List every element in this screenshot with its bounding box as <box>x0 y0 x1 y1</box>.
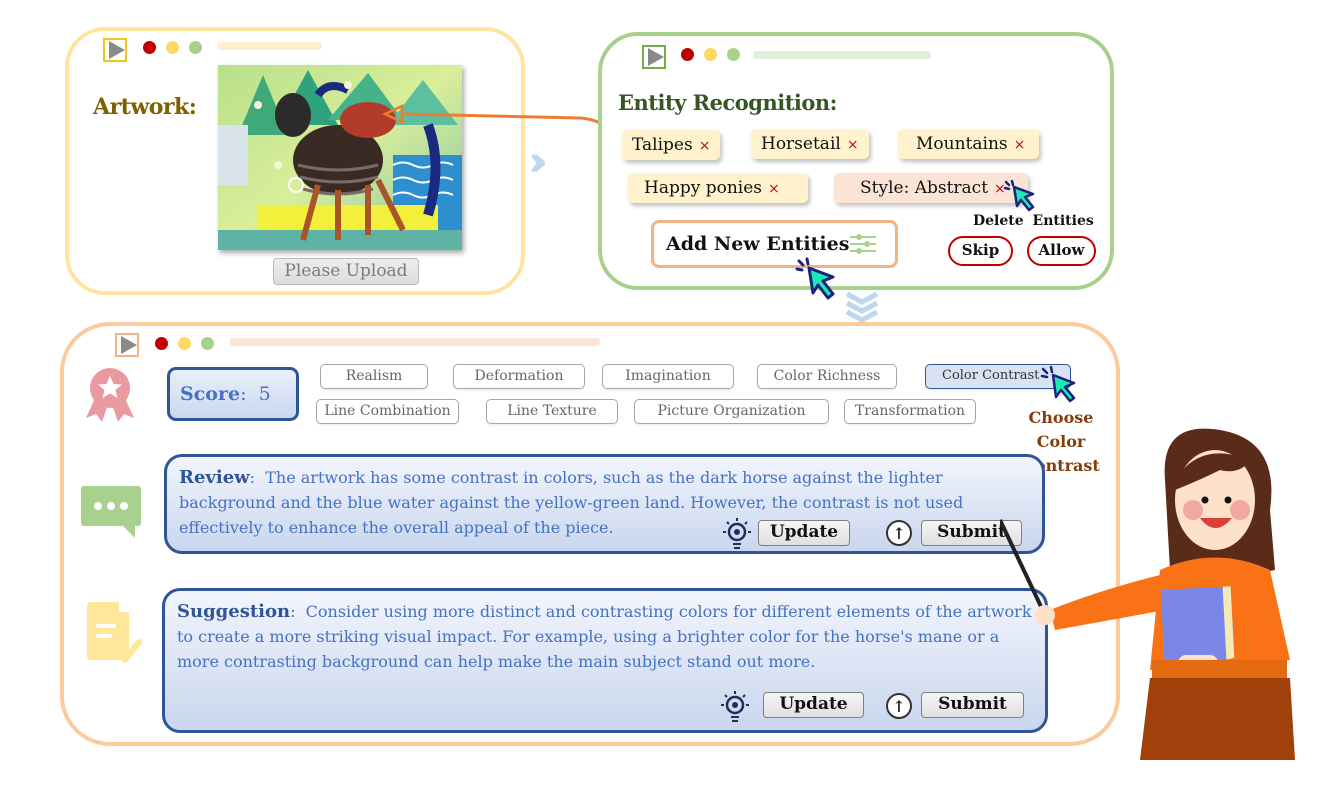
window-dot-yellow <box>704 48 717 61</box>
suggestion-text: Consider using more distinct and contras… <box>177 602 1032 671</box>
entity-tag[interactable]: Horsetail × <box>751 129 869 159</box>
score-label: Score <box>180 383 241 405</box>
window-dot-yellow <box>178 337 191 350</box>
review-label: Review <box>179 467 250 488</box>
criterion-transformation[interactable]: Transformation <box>844 399 976 424</box>
lightbulb-gear-icon <box>723 518 751 549</box>
entity-tag[interactable]: Talipes × <box>622 130 721 160</box>
entity-name: Happy ponies <box>644 178 763 198</box>
window-dot-red <box>681 48 694 61</box>
score-separator: : <box>240 383 247 405</box>
entity-recognition-label: Entity Recognition: <box>618 90 837 115</box>
entity-name: Mountains <box>916 134 1008 154</box>
criterion-line-combination[interactable]: Line Combination <box>316 399 459 424</box>
delete-entities-label: Delete Entities <box>973 213 1094 229</box>
lightbulb-gear-icon <box>721 691 749 722</box>
title-bar <box>753 51 931 59</box>
play-icon <box>103 38 127 62</box>
cursor-icon <box>1040 365 1076 403</box>
window-dot-green <box>201 337 214 350</box>
window-dot-red <box>155 337 168 350</box>
window-dot-green <box>727 48 740 61</box>
chevron-right-icon: ››› <box>528 138 548 185</box>
suggestion-sep: : <box>290 602 296 621</box>
score-value: 5 <box>258 383 271 405</box>
entity-name: Horsetail <box>761 134 841 154</box>
entity-tag[interactable]: Style: Abstract × <box>834 173 1028 203</box>
teacher-illustration <box>1000 428 1295 760</box>
remove-icon[interactable]: × <box>1014 137 1026 153</box>
add-new-entities-button[interactable]: Add New Entities <box>651 220 898 268</box>
criterion-picture-organization[interactable]: Picture Organization <box>634 399 829 424</box>
criterion-realism[interactable]: Realism <box>320 364 428 389</box>
remove-icon[interactable]: × <box>847 137 859 153</box>
cursor-icon <box>1003 179 1035 212</box>
entity-name: Style: Abstract <box>860 178 989 198</box>
score-display: Score: 5 <box>167 367 299 421</box>
criterion-color-richness[interactable]: Color Richness <box>757 364 897 389</box>
review-panel: Review: The artwork has some contrast in… <box>164 454 1045 554</box>
play-icon <box>115 333 139 357</box>
review-sep: : <box>249 468 256 487</box>
pointer-stick <box>1000 519 1047 616</box>
review-update-button[interactable]: Update <box>758 520 850 546</box>
artwork-label: Artwork: <box>93 94 197 120</box>
suggestion-update-button[interactable]: Update <box>763 692 864 718</box>
award-icon <box>86 368 134 422</box>
title-bar <box>230 338 600 346</box>
chevron-down-icon <box>845 291 879 322</box>
entity-tag[interactable]: Happy ponies × <box>628 173 808 203</box>
suggestion-label: Suggestion <box>177 601 291 622</box>
window-dot-yellow <box>166 41 179 54</box>
criterion-deformation[interactable]: Deformation <box>453 364 585 389</box>
suggestion-panel: Suggestion: Consider using more distinct… <box>162 588 1048 733</box>
criterion-imagination[interactable]: Imagination <box>602 364 734 389</box>
remove-icon[interactable]: × <box>768 181 780 197</box>
add-entities-label: Add New Entities <box>666 233 850 255</box>
chat-bubble-icon <box>81 486 141 538</box>
window-dot-green <box>189 41 202 54</box>
allow-button[interactable]: Allow <box>1027 236 1096 266</box>
title-bar <box>217 42 322 50</box>
please-upload-button[interactable]: Please Upload <box>273 258 419 285</box>
entity-name: Talipes <box>632 135 693 155</box>
document-edit-icon <box>87 602 142 663</box>
skip-button[interactable]: Skip <box>948 236 1013 266</box>
window-dot-red <box>143 41 156 54</box>
upload-arrow-icon[interactable]: ↑ <box>886 520 912 546</box>
upload-arrow-icon[interactable]: ↑ <box>886 693 912 719</box>
sliders-icon <box>850 234 876 254</box>
criterion-line-texture[interactable]: Line Texture <box>486 399 618 424</box>
entity-tag[interactable]: Mountains × <box>898 129 1040 159</box>
cursor-icon <box>795 257 835 300</box>
remove-icon[interactable]: × <box>699 138 711 154</box>
play-icon <box>642 45 666 69</box>
